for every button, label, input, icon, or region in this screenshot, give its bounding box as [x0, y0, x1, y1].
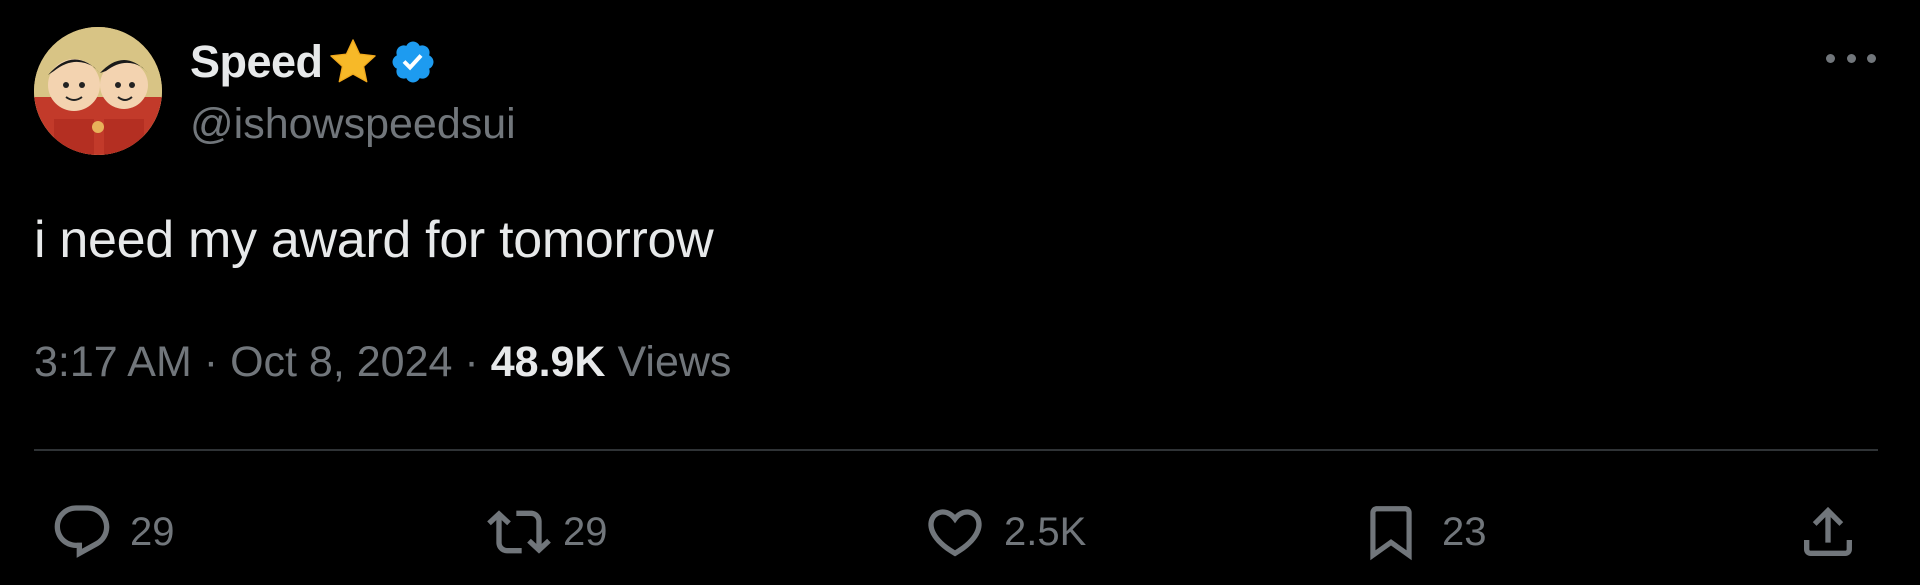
- author-name-row: Speed: [190, 30, 437, 94]
- display-name[interactable]: Speed: [190, 36, 323, 88]
- tweet-card: Speed @ishowspeedsui i need my award for…: [0, 0, 1920, 585]
- more-options-button[interactable]: [1826, 46, 1876, 70]
- repost-icon: [485, 500, 553, 564]
- reply-count: 29: [130, 509, 175, 554]
- bookmark-count: 23: [1442, 509, 1487, 554]
- reply-button[interactable]: 29: [50, 494, 175, 570]
- tweet-text: i need my award for tomorrow: [34, 211, 714, 269]
- heart-icon: [922, 500, 988, 564]
- repost-button[interactable]: 29: [485, 494, 608, 570]
- like-button[interactable]: 2.5K: [922, 494, 1086, 570]
- more-dot-icon: [1867, 53, 1876, 63]
- views-label: Views: [617, 338, 732, 386]
- share-icon: [1796, 500, 1860, 564]
- like-count: 2.5K: [1004, 509, 1087, 554]
- tweet-date[interactable]: Oct 8, 2024: [230, 338, 452, 387]
- bookmark-button[interactable]: 23: [1360, 494, 1487, 570]
- tweet-time[interactable]: 3:17 AM: [34, 338, 192, 387]
- meta-separator: ·: [464, 338, 479, 386]
- more-dot-icon: [1826, 53, 1835, 63]
- reply-icon: [50, 500, 114, 564]
- divider: [34, 449, 1878, 451]
- meta-separator: ·: [203, 338, 219, 386]
- tweet-meta: 3:17 AM · Oct 8, 2024 · 48.9K Views: [34, 338, 731, 387]
- share-button[interactable]: [1796, 494, 1860, 570]
- bookmark-icon: [1360, 500, 1422, 564]
- more-dot-icon: [1846, 53, 1856, 63]
- avatar[interactable]: [34, 27, 162, 155]
- repost-count: 29: [563, 509, 608, 554]
- author-handle[interactable]: @ishowspeedsui: [190, 100, 516, 149]
- verified-badge-icon[interactable]: [389, 38, 437, 86]
- views-count: 48.9K: [490, 338, 606, 386]
- star-emoji-icon: [327, 36, 379, 88]
